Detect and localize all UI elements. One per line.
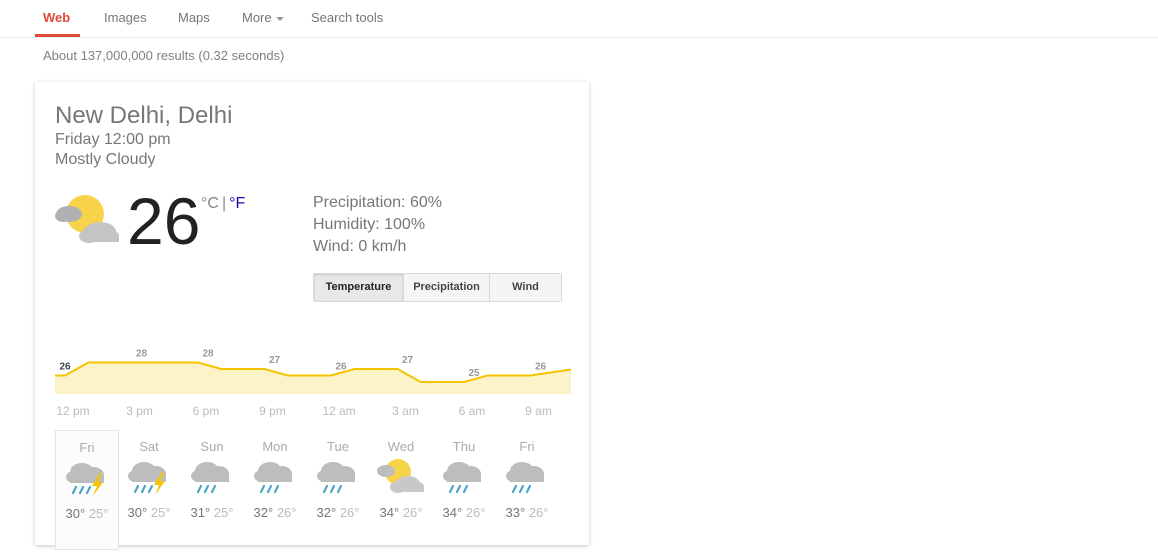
current-temperature: 26 bbox=[127, 184, 201, 258]
unit-fahrenheit[interactable]: °F bbox=[229, 195, 245, 212]
nav-more-label: More bbox=[242, 10, 272, 25]
forecast-temps: 32° 26° bbox=[244, 505, 306, 520]
chart-data-label: 27 bbox=[269, 355, 281, 366]
hour-labels: 12 pm 3 pm 6 pm 9 pm 12 am 3 am 6 am 9 am bbox=[55, 404, 575, 420]
tab-temperature[interactable]: Temperature bbox=[314, 274, 403, 301]
hour-label: 6 am bbox=[458, 404, 486, 418]
forecast-low: 25° bbox=[88, 506, 109, 521]
forecast-high: 34° bbox=[379, 505, 400, 520]
rain-icon bbox=[502, 457, 552, 502]
forecast-temps: 34° 26° bbox=[433, 505, 495, 520]
weather-card: New Delhi, Delhi Friday 12:00 pm Mostly … bbox=[35, 82, 589, 550]
forecast-low: 25° bbox=[213, 505, 234, 520]
forecast-day-name: Fri bbox=[519, 439, 535, 454]
forecast-high: 30° bbox=[127, 505, 148, 520]
chart-data-label: 28 bbox=[136, 349, 148, 360]
hour-label: 6 pm bbox=[192, 404, 220, 418]
rain-icon bbox=[313, 457, 363, 502]
wind-text: Wind: 0 km/h bbox=[313, 238, 407, 255]
hour-label: 12 am bbox=[322, 404, 356, 418]
precipitation-text: Precipitation: 60% bbox=[313, 194, 442, 211]
weather-location[interactable]: New Delhi, Delhi bbox=[55, 102, 232, 130]
forecast-day[interactable]: Fri 30° 25° bbox=[55, 430, 119, 550]
forecast-temps: 33° 26° bbox=[496, 505, 558, 520]
tab-wind[interactable]: Wind bbox=[489, 274, 561, 301]
forecast-high: 32° bbox=[316, 505, 337, 520]
unit-separator: | bbox=[221, 195, 227, 212]
forecast-low: 26° bbox=[528, 505, 549, 520]
chart-data-label: 26 bbox=[59, 362, 71, 373]
chart-data-label: 26 bbox=[535, 362, 547, 373]
forecast-day-name: Sun bbox=[200, 439, 224, 454]
forecast-day[interactable]: Fri 33° 26° bbox=[496, 430, 558, 549]
hour-label: 9 am bbox=[525, 404, 552, 418]
chart-data-label: 26 bbox=[335, 362, 347, 373]
forecast-temps: 30° 25° bbox=[118, 505, 180, 520]
chart-data-label: 25 bbox=[468, 368, 480, 379]
humidity-text: Humidity: 100% bbox=[313, 216, 426, 233]
forecast-high: 31° bbox=[190, 505, 211, 520]
forecast-temps: 31° 25° bbox=[181, 505, 243, 520]
chart-data-label: 27 bbox=[402, 355, 414, 366]
forecast-day[interactable]: Thu 34° 26° bbox=[433, 430, 495, 549]
top-nav: Web Images Maps More Search tools bbox=[0, 0, 1158, 38]
nav-images[interactable]: Images bbox=[104, 10, 147, 25]
chart-area bbox=[55, 362, 571, 394]
forecast-low: 26° bbox=[339, 505, 360, 520]
weather-time: Friday 12:00 pm bbox=[55, 131, 171, 148]
tab-precipitation[interactable]: Precipitation bbox=[403, 274, 489, 301]
unit-celsius[interactable]: °C bbox=[201, 195, 219, 212]
rain-icon bbox=[439, 457, 489, 502]
forecast-high: 30° bbox=[65, 506, 86, 521]
forecast-day[interactable]: Wed 34° 26° bbox=[370, 430, 432, 549]
forecast-day-name: Sat bbox=[139, 439, 159, 454]
chart-tabs: Temperature Precipitation Wind bbox=[313, 273, 562, 302]
weather-details: Precipitation: 60% Humidity: 100% Wind: … bbox=[313, 192, 442, 258]
forecast-day-name: Thu bbox=[452, 439, 476, 454]
rain-icon bbox=[187, 457, 237, 502]
forecast-low: 26° bbox=[276, 505, 297, 520]
forecast-day-name: Mon bbox=[262, 439, 288, 454]
forecast-day[interactable]: Mon 32° 26° bbox=[244, 430, 306, 549]
weather-condition: Mostly Cloudy bbox=[55, 151, 156, 168]
forecast-high: 32° bbox=[253, 505, 274, 520]
forecast-low: 25° bbox=[150, 505, 171, 520]
partly-cloudy-icon bbox=[55, 194, 119, 249]
forecast-low: 26° bbox=[465, 505, 486, 520]
partly-cloudy-icon bbox=[376, 457, 426, 502]
thunderstorm-icon bbox=[62, 458, 112, 503]
nav-web[interactable]: Web bbox=[43, 10, 70, 25]
nav-more[interactable]: More bbox=[242, 10, 284, 25]
nav-maps[interactable]: Maps bbox=[178, 10, 210, 25]
forecast-temps: 30° 25° bbox=[56, 506, 118, 521]
temperature-chart: 26 28 28 27 26 27 25 26 bbox=[55, 349, 571, 394]
unit-toggle: °C | °F bbox=[201, 195, 245, 213]
forecast-temps: 34° 26° bbox=[370, 505, 432, 520]
forecast-high: 33° bbox=[505, 505, 526, 520]
forecast-day[interactable]: Sat 30° 25° bbox=[118, 430, 180, 549]
rain-icon bbox=[250, 457, 300, 502]
hour-label: 3 am bbox=[392, 404, 419, 418]
nav-search-tools[interactable]: Search tools bbox=[311, 10, 383, 25]
active-tab-indicator bbox=[35, 34, 80, 37]
hour-label: 9 pm bbox=[259, 404, 286, 418]
forecast-day-name: Tue bbox=[327, 439, 349, 454]
forecast-temps: 32° 26° bbox=[307, 505, 369, 520]
forecast-day[interactable]: Sun 31° 25° bbox=[181, 430, 243, 549]
forecast-high: 34° bbox=[442, 505, 463, 520]
forecast-day-name: Fri bbox=[79, 440, 95, 455]
hour-label: 3 pm bbox=[126, 404, 153, 418]
hour-label: 12 pm bbox=[56, 404, 90, 418]
chart-data-label: 28 bbox=[202, 349, 214, 360]
caret-down-icon bbox=[275, 16, 284, 21]
thunderstorm-icon bbox=[124, 457, 174, 502]
result-stats: About 137,000,000 results (0.32 seconds) bbox=[43, 48, 285, 63]
forecast-day[interactable]: Tue 32° 26° bbox=[307, 430, 369, 549]
forecast-low: 26° bbox=[402, 505, 423, 520]
forecast-day-name: Wed bbox=[387, 439, 415, 454]
